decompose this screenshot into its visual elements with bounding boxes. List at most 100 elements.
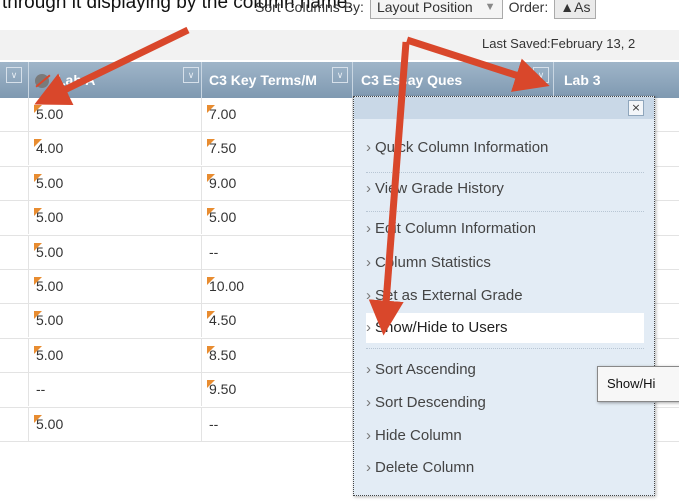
- chevron-right-icon: ›: [366, 220, 371, 237]
- grade-cell[interactable]: 7.00: [202, 98, 353, 131]
- chevron-right-icon: ›: [366, 394, 371, 411]
- menu-item-hide-column[interactable]: › Hide Column: [366, 421, 644, 451]
- chevron-menu-icon[interactable]: ∨: [6, 67, 22, 83]
- menu-item-set-external-grade[interactable]: › Set as External Grade: [366, 281, 644, 311]
- chevron-menu-icon[interactable]: ∨: [332, 67, 348, 83]
- needs-grading-flag-icon: [207, 105, 215, 113]
- grade-cell[interactable]: 7.50: [202, 132, 353, 166]
- needs-grading-flag-icon: [34, 345, 42, 354]
- chevron-menu-icon[interactable]: ∨: [533, 67, 549, 83]
- grade-value: --: [36, 381, 46, 398]
- menu-item-label: Sort Descending: [375, 394, 486, 411]
- grade-cell: [0, 338, 29, 372]
- needs-grading-flag-icon: [34, 242, 42, 251]
- menu-item-label: Column Statistics: [375, 254, 491, 271]
- sort-columns-select[interactable]: Layout Position ▼: [369, 0, 503, 19]
- chevron-menu-icon[interactable]: ∨: [183, 67, 199, 83]
- menu-item-view-grade-history[interactable]: › View Grade History: [366, 174, 644, 204]
- chevron-right-icon: ›: [366, 180, 371, 197]
- needs-grading-flag-icon: [34, 139, 42, 148]
- close-icon[interactable]: ×: [628, 100, 644, 116]
- grade-cell[interactable]: 10.00: [202, 269, 353, 303]
- grade-cell[interactable]: 5.00: [29, 269, 202, 303]
- menu-item-show-hide-users[interactable]: › Show/Hide to Users: [366, 313, 644, 343]
- chevron-right-icon: ›: [366, 287, 371, 304]
- needs-grading-flag-icon: [207, 139, 215, 148]
- grade-cell[interactable]: --: [29, 373, 202, 407]
- grade-cell: [0, 407, 29, 441]
- grade-cell[interactable]: 9.00: [202, 166, 353, 200]
- column-header-label: C3 Essay Ques: [361, 72, 463, 88]
- grade-cell[interactable]: 4.50: [202, 304, 353, 338]
- sort-columns-value: Layout Position: [376, 0, 473, 15]
- menu-item-quick-column-info[interactable]: › Quick Column Information: [366, 133, 644, 163]
- order-button[interactable]: ▲As: [554, 0, 597, 19]
- order-label: Order:: [508, 0, 549, 15]
- menu-item-label: Set as External Grade: [375, 287, 523, 304]
- column-header-label: C3 Key Terms/M: [209, 72, 317, 88]
- chevron-right-icon: ›: [366, 427, 371, 444]
- grade-cell: [0, 304, 29, 338]
- grade-cell[interactable]: 5.00: [29, 338, 202, 372]
- column-header-label: Lab A: [57, 72, 96, 88]
- sort-columns-label: Sort Columns By:: [255, 0, 364, 15]
- needs-grading-flag-icon: [207, 276, 215, 285]
- needs-grading-flag-icon: [207, 345, 215, 354]
- column-header-lab-3[interactable]: Lab 3: [554, 62, 679, 98]
- column-header-partial[interactable]: ∨: [0, 62, 29, 98]
- column-header-key-terms[interactable]: C3 Key Terms/M ∨: [202, 62, 353, 98]
- grade-cell[interactable]: 8.50: [202, 338, 353, 372]
- grade-cell[interactable]: 5.00: [29, 407, 202, 441]
- tooltip: Show/Hi: [597, 366, 679, 402]
- column-header-lab[interactable]: Lab A ∨: [29, 62, 202, 98]
- grade-cell[interactable]: 5.00: [202, 201, 353, 235]
- grade-cell[interactable]: 5.00: [29, 304, 202, 338]
- grade-cell[interactable]: 5.00: [29, 98, 202, 131]
- column-context-menu: × › Quick Column Information › View Grade …: [353, 96, 655, 496]
- needs-grading-flag-icon: [34, 414, 42, 423]
- needs-grading-flag-icon: [207, 380, 215, 389]
- chevron-down-icon: ▼: [484, 1, 496, 13]
- sort-toolbar: Sort Columns By: Layout Position ▼ Order…: [255, 0, 597, 20]
- grade-cell[interactable]: 5.00: [29, 166, 202, 200]
- column-header-essay[interactable]: C3 Essay Ques ∨: [353, 62, 554, 98]
- grade-cell: [0, 373, 29, 407]
- needs-grading-flag-icon: [34, 173, 42, 182]
- menu-divider: [366, 348, 644, 349]
- needs-grading-flag-icon: [207, 173, 215, 182]
- grade-center-screenshot: through it displaying by the column name…: [0, 0, 679, 502]
- menu-divider: [366, 211, 644, 212]
- grade-value: --: [209, 415, 219, 432]
- grade-cell[interactable]: --: [202, 235, 353, 269]
- last-saved-text: Last Saved:February 13, 2: [482, 36, 636, 51]
- menu-item-label: Quick Column Information: [375, 139, 549, 156]
- column-header-label: Lab 3: [564, 72, 601, 88]
- chevron-right-icon: ›: [366, 139, 371, 156]
- grade-cell[interactable]: 4.00: [29, 132, 202, 166]
- needs-grading-flag-icon: [34, 208, 42, 217]
- grade-cell[interactable]: 9.50: [202, 373, 353, 407]
- needs-grading-flag-icon: [207, 311, 215, 320]
- chevron-right-icon: ›: [366, 459, 371, 476]
- menu-divider: [366, 172, 644, 173]
- column-header-row: ∨ Lab A ∨ C3 Key Terms/M ∨ C3 Essay Ques…: [0, 62, 679, 98]
- chevron-right-icon: ›: [366, 254, 371, 271]
- menu-item-label: Show/Hide to Users: [375, 319, 508, 336]
- menu-item-delete-column[interactable]: › Delete Column: [366, 453, 644, 483]
- needs-grading-flag-icon: [34, 105, 42, 113]
- grade-cell: [0, 166, 29, 200]
- menu-item-label: View Grade History: [375, 180, 504, 197]
- grade-cell[interactable]: 5.00: [29, 235, 202, 269]
- menu-item-column-statistics[interactable]: › Column Statistics: [366, 248, 644, 278]
- grade-cell: [0, 269, 29, 303]
- needs-grading-flag-icon: [207, 208, 215, 217]
- menu-item-label: Delete Column: [375, 459, 475, 476]
- grade-cell[interactable]: 5.00: [29, 201, 202, 235]
- grade-cell: [0, 235, 29, 269]
- grade-cell: [0, 98, 29, 131]
- chevron-right-icon: ›: [366, 361, 371, 378]
- grade-cell[interactable]: --: [202, 407, 353, 441]
- menu-item-label: Hide Column: [375, 427, 462, 444]
- menu-item-edit-column-info[interactable]: › Edit Column Information: [366, 214, 644, 244]
- grade-cell: [0, 132, 29, 166]
